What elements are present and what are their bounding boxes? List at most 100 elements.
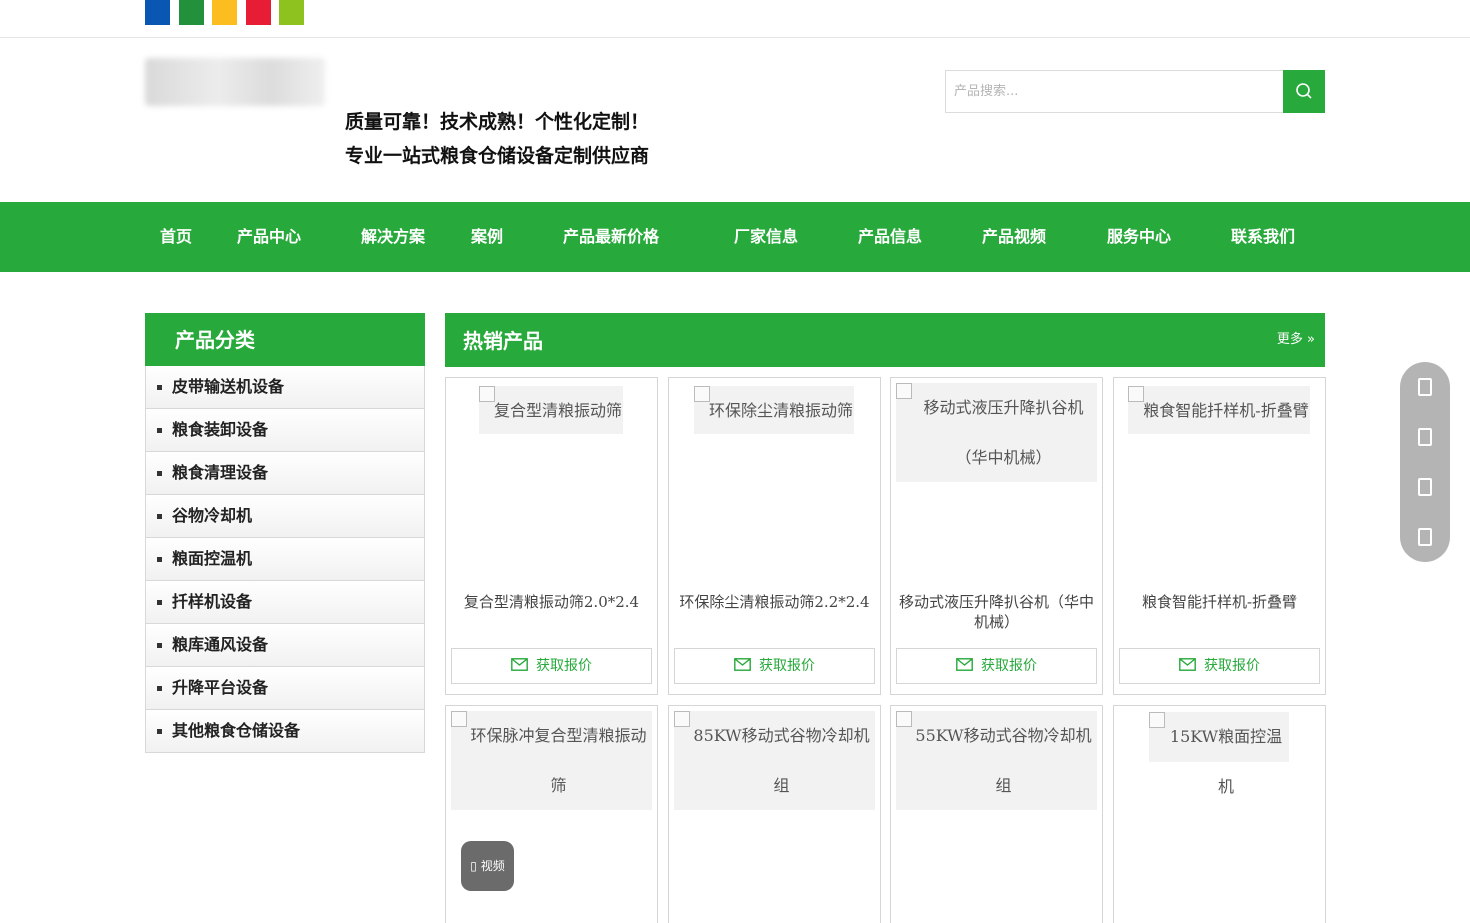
product-card[interactable]: 移动式液压升降扒谷机（华中机械） 移动式液压升降扒谷机（华中机械） 获取报价 [890, 377, 1103, 695]
bullet-icon [157, 686, 162, 691]
bullet-icon [157, 428, 162, 433]
product-card[interactable]: 复合型清粮振动筛 复合型清粮振动筛2.0*2.4 获取报价 [445, 377, 658, 695]
category-title: 产品分类 [175, 328, 255, 352]
category-label: 粮库通风设备 [172, 635, 269, 654]
nav-contact[interactable]: 联系我们 [1231, 202, 1295, 272]
nav-cases[interactable]: 案例 [471, 202, 503, 272]
image-alt-text: 15KW粮面控温机 [1169, 727, 1283, 796]
category-item[interactable]: 升降平台设备 [145, 667, 425, 710]
quote-label: 获取报价 [981, 658, 1037, 674]
search-input[interactable] [946, 71, 1283, 112]
quote-label: 获取报价 [536, 658, 592, 674]
product-card[interactable]: 环保除尘清粮振动筛 环保除尘清粮振动筛2.2*2.4 获取报价 [668, 377, 881, 695]
mail-icon [511, 658, 528, 671]
hot-products-header: 热销产品 更多 » [445, 313, 1325, 367]
search-icon [1296, 83, 1312, 99]
category-item[interactable]: 粮食清理设备 [145, 452, 425, 495]
bullet-icon [157, 729, 162, 734]
image-alt-text: 55KW移动式谷物冷却机组 [915, 726, 1092, 795]
broken-image-icon [1149, 712, 1165, 728]
category-item[interactable]: 粮库通风设备 [145, 624, 425, 667]
image-alt-text: 移动式液压升降扒谷机（华中机械） [923, 398, 1084, 467]
bullet-icon [157, 385, 162, 390]
category-label: 粮食清理设备 [172, 463, 269, 482]
image-alt-text: 复合型清粮振动筛 [493, 401, 622, 420]
nav-product-info[interactable]: 产品信息 [858, 202, 922, 272]
video-icon: ▯ [470, 859, 477, 873]
get-quote-button[interactable]: 获取报价 [896, 648, 1097, 684]
get-quote-button[interactable]: 获取报价 [1119, 648, 1320, 684]
quote-label: 获取报价 [1204, 658, 1260, 674]
product-name[interactable]: 复合型清粮振动筛2.0*2.4 [451, 592, 652, 612]
video-label: 视频 [480, 859, 505, 873]
video-button[interactable]: ▯ 视频 [461, 841, 514, 891]
color-swatch-green [179, 0, 204, 25]
color-swatch-blue [145, 0, 170, 25]
nav-products[interactable]: 产品中心 [237, 202, 301, 272]
category-header: 产品分类 [145, 313, 425, 366]
category-item[interactable]: 扦样机设备 [145, 581, 425, 624]
broken-image-icon [896, 711, 912, 727]
category-label: 谷物冷却机 [172, 506, 253, 525]
search-button[interactable] [1283, 70, 1325, 113]
product-image[interactable]: 复合型清粮振动筛 [479, 386, 623, 434]
site-logo[interactable] [145, 58, 325, 106]
broken-image-icon [479, 386, 495, 402]
product-card[interactable]: 粮食智能扦样机-折叠臂 粮食智能扦样机-折叠臂 获取报价 [1113, 377, 1326, 695]
search-box [945, 70, 1325, 113]
product-image[interactable]: 55KW移动式谷物冷却机组 [896, 711, 1097, 810]
get-quote-button[interactable]: 获取报价 [451, 648, 652, 684]
product-image[interactable]: 环保除尘清粮振动筛 [694, 386, 854, 434]
message-icon[interactable] [1418, 478, 1432, 496]
image-alt-text: 85KW移动式谷物冷却机组 [693, 726, 870, 795]
category-item[interactable]: 粮面控温机 [145, 538, 425, 581]
nav-company[interactable]: 厂家信息 [734, 202, 798, 272]
category-label: 粮面控温机 [172, 549, 253, 568]
category-item[interactable]: 其他粮食仓储设备 [145, 710, 425, 753]
product-image[interactable]: 粮食智能扦样机-折叠臂 [1128, 386, 1310, 434]
main-nav: 首页 产品中心 解决方案 案例 产品最新价格 厂家信息 产品信息 产品视频 服务… [0, 202, 1470, 272]
product-image[interactable]: 移动式液压升降扒谷机（华中机械） [896, 383, 1097, 482]
bullet-icon [157, 557, 162, 562]
product-card[interactable]: 15KW粮面控温机 [1113, 705, 1326, 923]
nav-solutions[interactable]: 解决方案 [361, 202, 425, 272]
bullet-icon [157, 600, 162, 605]
more-link[interactable]: 更多 » [1277, 313, 1315, 367]
get-quote-button[interactable]: 获取报价 [674, 648, 875, 684]
category-label: 扦样机设备 [172, 592, 253, 611]
nav-videos[interactable]: 产品视频 [982, 202, 1046, 272]
category-label: 升降平台设备 [172, 678, 269, 697]
category-label: 皮带输送机设备 [172, 377, 285, 396]
product-card[interactable]: 55KW移动式谷物冷却机组 [890, 705, 1103, 923]
nav-service[interactable]: 服务中心 [1107, 202, 1171, 272]
mail-icon [734, 658, 751, 671]
category-list: 皮带输送机设备 粮食装卸设备 粮食清理设备 谷物冷却机 粮面控温机 扦样机设备 … [145, 366, 425, 753]
nav-prices[interactable]: 产品最新价格 [563, 202, 659, 272]
phone-icon[interactable] [1418, 378, 1432, 396]
broken-image-icon [451, 711, 467, 727]
product-image[interactable]: 环保脉冲复合型清粮振动筛 [451, 711, 652, 810]
product-image[interactable]: 85KW移动式谷物冷却机组 [674, 711, 875, 810]
category-item[interactable]: 皮带输送机设备 [145, 366, 425, 409]
nav-home[interactable]: 首页 [160, 202, 192, 272]
hot-products-title: 热销产品 [463, 329, 543, 353]
product-name[interactable]: 粮食智能扦样机-折叠臂 [1119, 592, 1320, 612]
broken-image-icon [674, 711, 690, 727]
broken-image-icon [1128, 386, 1144, 402]
top-icon[interactable] [1418, 528, 1432, 546]
color-swatch-red [246, 0, 271, 25]
category-item[interactable]: 粮食装卸设备 [145, 409, 425, 452]
broken-image-icon [694, 386, 710, 402]
mail-icon [956, 658, 973, 671]
bullet-icon [157, 471, 162, 476]
category-item[interactable]: 谷物冷却机 [145, 495, 425, 538]
broken-image-icon [896, 383, 912, 399]
product-name[interactable]: 环保除尘清粮振动筛2.2*2.4 [674, 592, 875, 612]
image-alt-text: 环保脉冲复合型清粮振动筛 [470, 726, 647, 795]
product-image[interactable]: 15KW粮面控温机 [1149, 712, 1289, 796]
chat-icon[interactable] [1418, 428, 1432, 446]
product-name[interactable]: 移动式液压升降扒谷机（华中机械） [896, 592, 1097, 632]
product-card[interactable]: 85KW移动式谷物冷却机组 [668, 705, 881, 923]
mail-icon [1179, 658, 1196, 671]
bullet-icon [157, 514, 162, 519]
